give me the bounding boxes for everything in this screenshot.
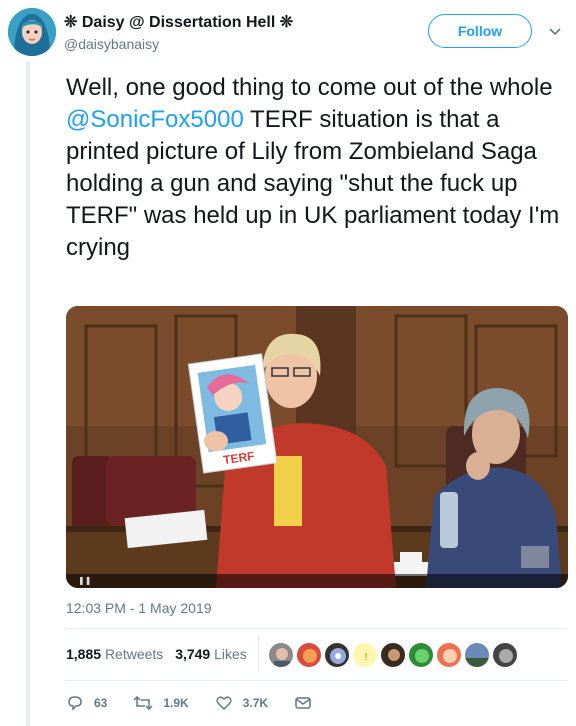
like-button[interactable]: 3.7K [215, 694, 268, 712]
likes-count: 3,749 [175, 646, 211, 662]
retweet-button[interactable]: 1.9K [133, 694, 189, 712]
liker-avatar[interactable] [408, 642, 434, 668]
video-pause-icon[interactable]: ❚❚ [78, 576, 91, 585]
like-count: 3.7K [242, 696, 269, 710]
name-decoration-left: ❊ [64, 14, 78, 31]
thread-line [26, 62, 30, 726]
tweet-text-start: Well, one good thing to come out of the … [66, 74, 553, 101]
liker-avatar[interactable] [436, 642, 462, 668]
retweet-count: 1.9K [163, 696, 189, 710]
mention-link[interactable]: @SonicFox5000 [66, 106, 244, 133]
retweets-stat[interactable]: 1,885 Retweets [66, 646, 163, 662]
like-icon [216, 696, 232, 711]
name-decoration-right: ❊ [279, 14, 294, 31]
liker-avatar[interactable] [324, 642, 350, 668]
tweet-card: ❊ Daisy @ Dissertation Hell ❊ @daisybana… [0, 0, 576, 726]
message-icon [295, 697, 311, 709]
likes-stat[interactable]: 3,749 Likes [175, 646, 247, 662]
reply-button[interactable]: 63 [66, 694, 107, 712]
display-name[interactable]: ❊ Daisy @ Dissertation Hell ❊ [64, 12, 293, 32]
liker-avatar[interactable]: ! [352, 642, 378, 668]
divider [66, 680, 568, 681]
video-progress-bar[interactable] [66, 574, 568, 588]
reply-icon [68, 696, 82, 711]
liker-avatar[interactable] [380, 642, 406, 668]
follow-button[interactable]: Follow [428, 14, 532, 48]
liker-avatars: ! [268, 642, 520, 668]
user-handle[interactable]: @daisybanaisy [64, 36, 159, 52]
tweet-actions: 63 1.9K 3.7K [66, 692, 348, 714]
retweets-count: 1,885 [66, 646, 102, 662]
chevron-down-icon[interactable] [548, 24, 562, 38]
liker-avatar[interactable] [492, 642, 518, 668]
tweet-timestamp[interactable]: 12:03 PM - 1 May 2019 [66, 600, 212, 616]
display-name-text: Daisy @ Dissertation Hell [81, 14, 276, 31]
liker-avatar[interactable] [296, 642, 322, 668]
retweets-label: Retweets [104, 646, 164, 662]
video-still: TERF [66, 306, 568, 588]
tweet-text: Well, one good thing to come out of the … [66, 72, 566, 264]
media-video[interactable]: TERF ❚❚ [66, 306, 568, 588]
svg-text:!: ! [365, 652, 368, 663]
stats-divider [258, 636, 259, 672]
retweet-icon [133, 695, 153, 711]
likes-label: Likes [214, 646, 247, 662]
engagement-stats: 1,885 Retweets 3,749 Likes [66, 646, 247, 662]
liker-avatar[interactable] [268, 642, 294, 668]
direct-message-button[interactable] [294, 694, 322, 712]
liker-avatar[interactable] [464, 642, 490, 668]
reply-count: 63 [94, 696, 108, 710]
avatar[interactable] [8, 8, 56, 56]
divider [66, 628, 568, 629]
